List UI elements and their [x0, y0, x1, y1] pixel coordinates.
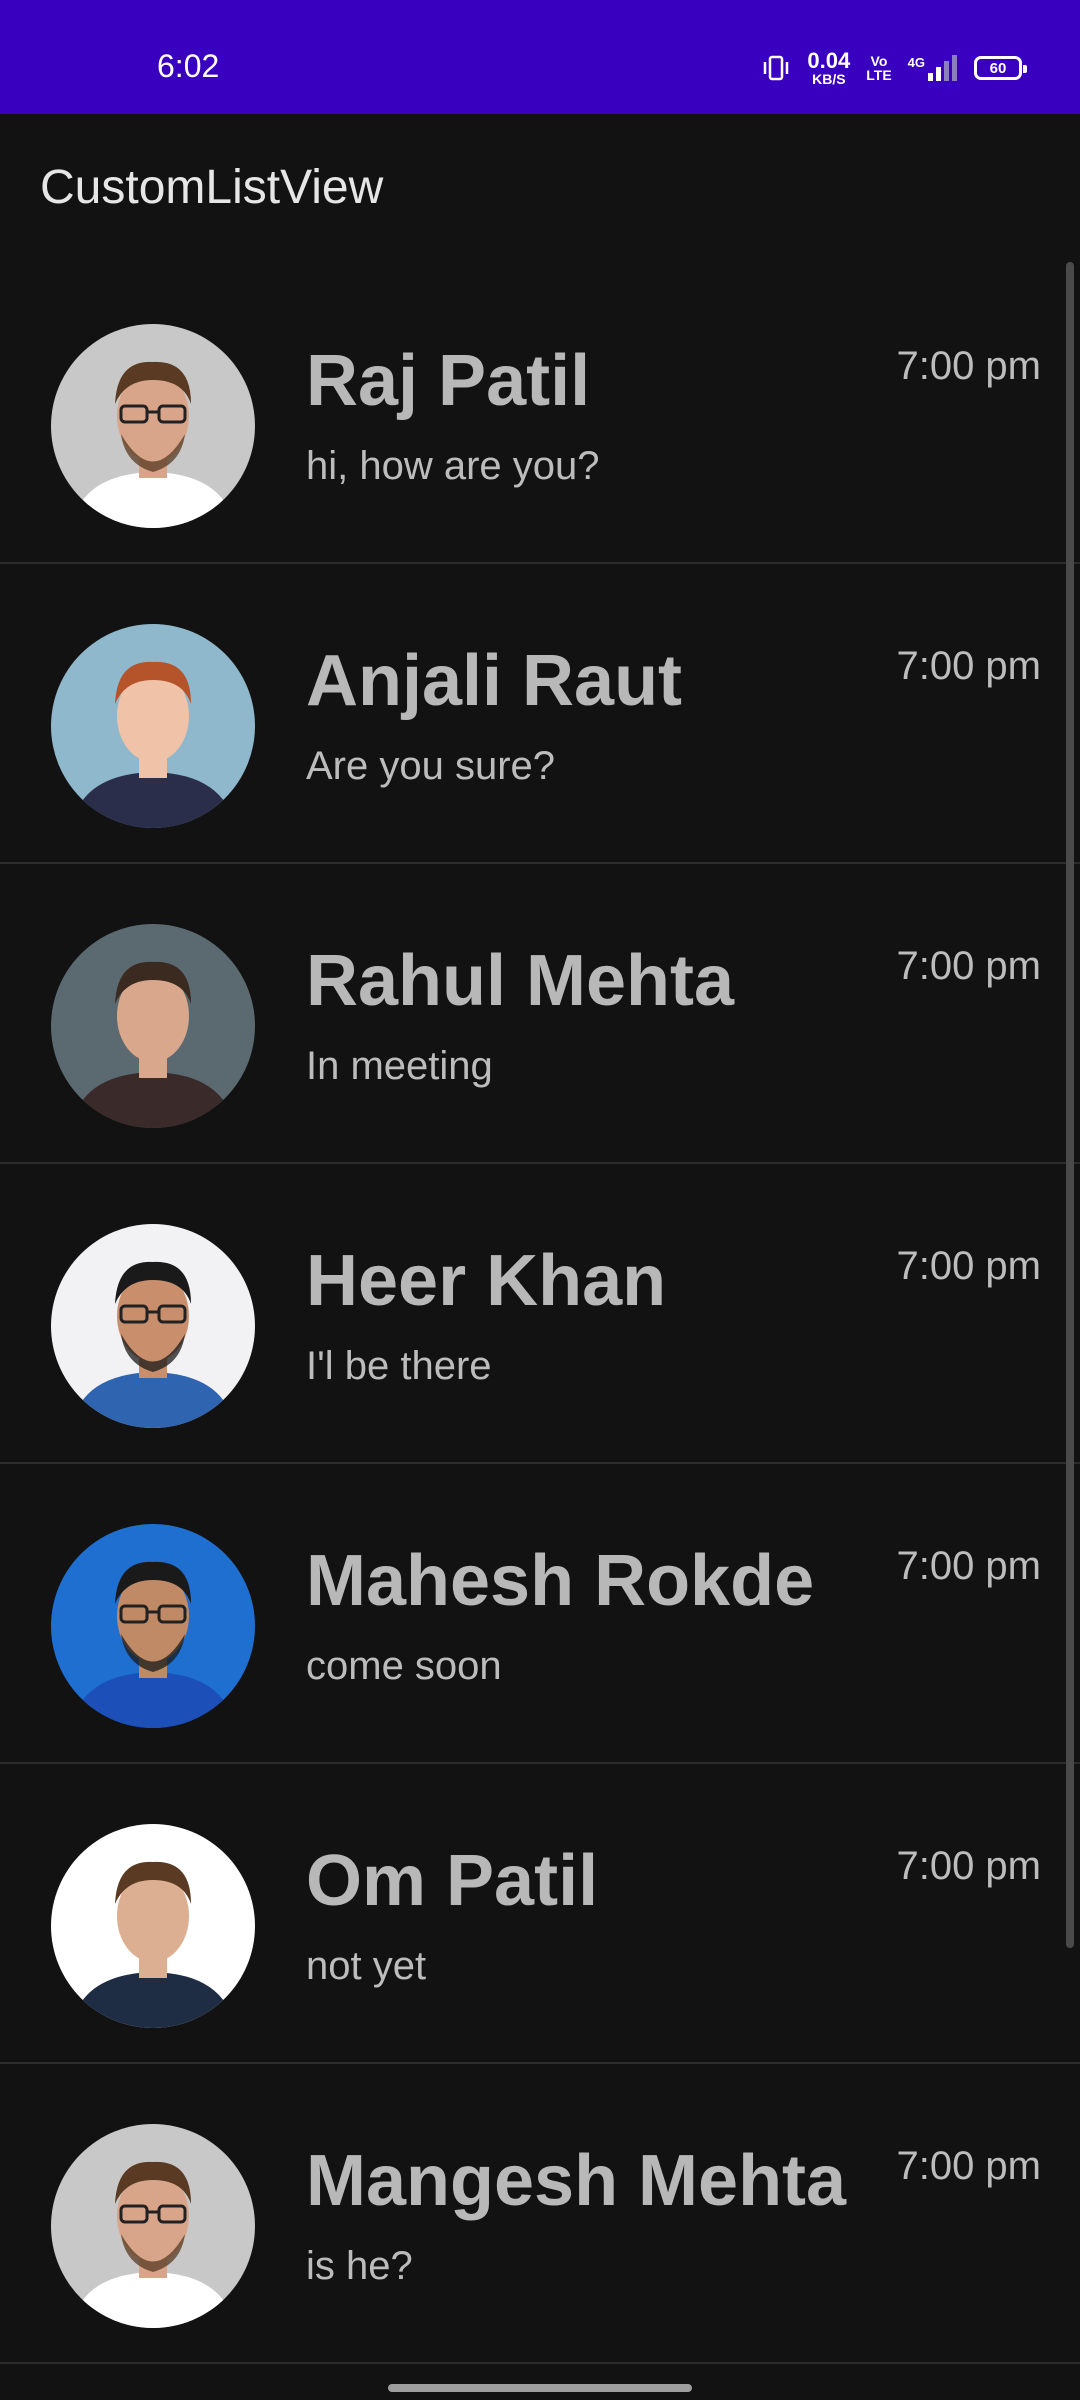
network-type: 4G [907, 55, 925, 70]
contact-message: come soon [306, 1644, 502, 1688]
volte-icon: Vo LTE [866, 54, 891, 82]
contact-message: not yet [306, 1944, 427, 1988]
list-item[interactable]: Raj Patil hi, how are you? 7:00 pm [0, 264, 1080, 564]
contact-message: hi, how are you? [306, 444, 600, 488]
net-speed: 0.04 KB/S [807, 48, 851, 87]
status-icons: 0.04 KB/S Vo LTE 4G 60 [761, 48, 1027, 88]
list-item[interactable]: Mangesh Mehta is he? 7:00 pm [0, 2064, 1080, 2364]
message-time: 7:00 pm [896, 2144, 1041, 2188]
avatar[interactable] [51, 2124, 255, 2328]
battery-level: 60 [989, 59, 1007, 77]
message-time: 7:00 pm [896, 644, 1041, 688]
list-item[interactable]: Om Patil not yet 7:00 pm [0, 1764, 1080, 2064]
contact-name: Om Patil [306, 1841, 599, 1921]
battery-icon: 60 [974, 56, 1027, 80]
avatar[interactable] [51, 1524, 255, 1728]
contact-name: Raj Patil [306, 341, 591, 421]
message-time: 7:00 pm [896, 344, 1041, 388]
volte-top: Vo [870, 53, 888, 69]
message-time: 7:00 pm [896, 1544, 1041, 1588]
list-item[interactable]: Rahul Mehta In meeting 7:00 pm [0, 864, 1080, 1164]
net-speed-value: 0.04 [807, 48, 851, 73]
contact-name: Mangesh Mehta [306, 2141, 847, 2221]
contact-message: Are you sure? [306, 744, 556, 788]
scrollbar[interactable] [1066, 262, 1074, 1948]
status-bar: 6:02 0.04 KB/S Vo LTE 4G 60 [0, 0, 1080, 114]
status-time: 6:02 [157, 48, 220, 84]
message-time: 7:00 pm [896, 1844, 1041, 1888]
avatar[interactable] [51, 1824, 255, 2028]
list-item[interactable]: Heer Khan I'l be there 7:00 pm [0, 1164, 1080, 1464]
app-title: CustomListView [40, 161, 384, 214]
message-time: 7:00 pm [896, 944, 1041, 988]
message-time: 7:00 pm [896, 1244, 1041, 1288]
contact-message: I'l be there [306, 1344, 492, 1388]
vibrate-icon [761, 54, 791, 82]
contact-name: Mahesh Rokde [306, 1541, 815, 1621]
avatar[interactable] [51, 324, 255, 528]
home-indicator[interactable] [388, 2384, 692, 2392]
contact-message: is he? [306, 2244, 413, 2288]
avatar[interactable] [51, 624, 255, 828]
contact-name: Heer Khan [306, 1241, 667, 1321]
signal-icon: 4G [908, 55, 958, 81]
contact-name: Anjali Raut [306, 641, 683, 721]
contact-message: In meeting [306, 1044, 493, 1088]
avatar[interactable] [51, 1224, 255, 1428]
avatar[interactable] [51, 924, 255, 1128]
app-bar: CustomListView [0, 114, 1080, 264]
contact-list: Raj Patil hi, how are you? 7:00 pm Anjal… [0, 264, 1080, 2364]
list-item[interactable]: Anjali Raut Are you sure? 7:00 pm [0, 564, 1080, 864]
list-item[interactable]: Mahesh Rokde come soon 7:00 pm [0, 1464, 1080, 1764]
volte-bottom: LTE [866, 67, 892, 83]
net-speed-unit: KB/S [812, 71, 846, 87]
contact-name: Rahul Mehta [306, 941, 735, 1021]
